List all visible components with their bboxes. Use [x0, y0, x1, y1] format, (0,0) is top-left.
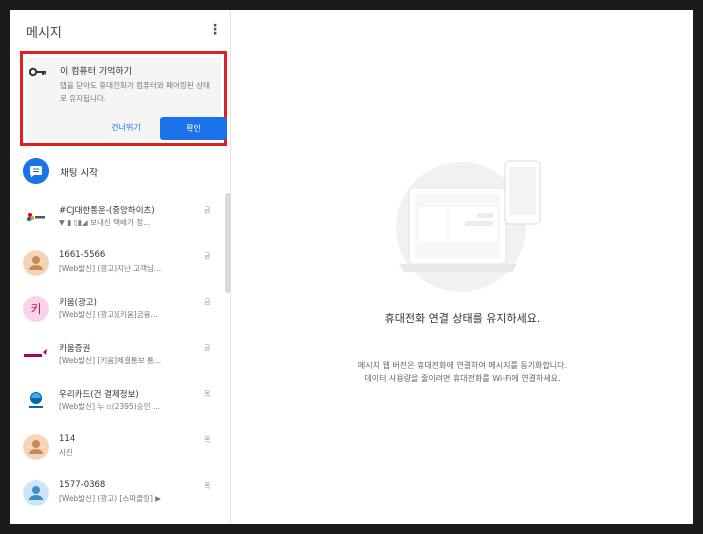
confirm-button[interactable]: 확인 — [160, 117, 227, 140]
app-title: 메시지 — [26, 26, 62, 41]
conversation-time: 목 — [204, 390, 211, 398]
person-icon — [23, 434, 49, 460]
highlight-box: 이 컴퓨터 기억하기 탭을 닫아도 휴대전화가 컴퓨터와 페어링된 상태로 유지… — [20, 51, 227, 146]
conversation-name: 우리카드(건 결제정보) — [59, 390, 139, 400]
app-window: 메시지 ⋮ 이 컴퓨터 기억하기 탭을 닫아도 휴대전화가 컴퓨터와 페어링된 … — [10, 10, 693, 524]
conversation-snippet: ▼ ▮ ▯▮◢ 보내신 택배가 정... — [59, 218, 151, 227]
start-chat-label: 채팅 시작 — [60, 168, 98, 179]
main-title: 휴대전화 연결 상태를 유지하세요. — [384, 312, 541, 325]
conversation-list: #CJ대한통운-(중앙하이츠) ▼ ▮ ▯▮◢ 보내신 택배가 정... 금 1… — [10, 193, 231, 524]
conversation-item[interactable]: 우리카드(건 결제정보) [Web발신] 누 ▫(2395)승인 ... 목 — [10, 377, 225, 423]
start-chat-button[interactable]: 채팅 시작 — [10, 155, 231, 189]
main-description: 메시지 웹 버전은 휴대전화에 연결하여 메시지를 동기화합니다. 데이터 사용… — [232, 359, 693, 385]
conversation-snippet: [Web발신] (광고) [스파클링] ▶ — [59, 494, 162, 503]
more-vert-icon[interactable]: ⋮ — [208, 22, 222, 38]
conversation-name: 114 — [59, 434, 76, 444]
remember-desc: 탭을 닫아도 휴대전화가 컴퓨터와 페어링된 상태로 유지됩니다. — [60, 81, 210, 103]
scrollbar-thumb[interactable] — [225, 193, 231, 293]
conversation-name: 1661-5566 — [59, 250, 106, 260]
main-panel: 휴대전화 연결 상태를 유지하세요. 메시지 웹 버전은 휴대전화에 연결하여 … — [232, 10, 693, 524]
conversation-name: 키움증권 — [59, 344, 91, 354]
conversation-item[interactable]: 114 사진 목 — [10, 423, 225, 469]
conversation-snippet: [Web발신] (광고)지난 고객님... — [59, 264, 162, 273]
conversation-time: 금 — [204, 206, 211, 214]
woori-logo-icon — [23, 388, 49, 414]
remember-computer-card: 이 컴퓨터 기억하기 탭을 닫아도 휴대전화가 컴퓨터와 페어링된 상태로 유지… — [26, 57, 227, 140]
letter-avatar: 키 — [23, 296, 49, 322]
kiwoom-logo-icon — [23, 342, 49, 368]
conversation-item[interactable]: 1577-0368 [Web발신] (광고) [스파클링] ▶ 목 — [10, 469, 225, 515]
conversation-item[interactable]: 키움증권 [Web발신] [키움]체결통보 통... 금 — [10, 331, 225, 377]
conversation-time: 금 — [204, 344, 211, 352]
chat-bubble-icon — [23, 158, 49, 184]
conversation-snippet: [Web발신] [키움]체결통보 통... — [59, 356, 162, 365]
cj-logo-icon — [23, 204, 49, 230]
person-icon — [23, 250, 49, 276]
laptop-phone-illustration — [396, 160, 541, 292]
conversation-time: 목 — [204, 436, 211, 444]
conversation-snippet: 사진 — [59, 448, 73, 457]
conversation-name: #CJ대한통운-(중앙하이츠) — [59, 206, 155, 216]
conversation-time: 금 — [204, 252, 211, 260]
avatar-letter: 키 — [30, 302, 42, 316]
conversation-time: 목 — [204, 482, 211, 490]
conversation-item[interactable]: 키 키움(광고) [Web발신] (광고)[키움]금융... 금 — [10, 285, 225, 331]
remember-title: 이 컴퓨터 기억하기 — [60, 67, 132, 77]
main-desc-line-1: 메시지 웹 버전은 휴대전화에 연결하여 메시지를 동기화합니다. — [357, 361, 568, 370]
skip-button[interactable]: 건너뛰기 — [96, 119, 156, 137]
main-desc-line-2: 데이터 사용량을 줄이려면 휴대전화를 Wi-Fi에 연결하세요. — [364, 374, 561, 383]
sidebar-header: 메시지 ⋮ — [10, 10, 231, 50]
conversation-snippet: [Web발신] 누 ▫(2395)승인 ... — [59, 402, 161, 411]
conversation-item[interactable]: #CJ대한통운-(중앙하이츠) ▼ ▮ ▯▮◢ 보내신 택배가 정... 금 — [10, 193, 225, 239]
conversation-item[interactable]: 1661-5566 [Web발신] (광고)지난 고객님... 금 — [10, 239, 225, 285]
key-icon — [29, 67, 46, 77]
sidebar: 메시지 ⋮ 이 컴퓨터 기억하기 탭을 닫아도 휴대전화가 컴퓨터와 페어링된 … — [10, 10, 231, 524]
conversation-snippet: [Web발신] (광고)[키움]금융... — [59, 310, 158, 319]
person-icon — [23, 480, 49, 506]
conversation-name: 키움(광고) — [59, 298, 97, 308]
conversation-time: 금 — [204, 298, 211, 306]
conversation-name: 1577-0368 — [59, 480, 106, 490]
